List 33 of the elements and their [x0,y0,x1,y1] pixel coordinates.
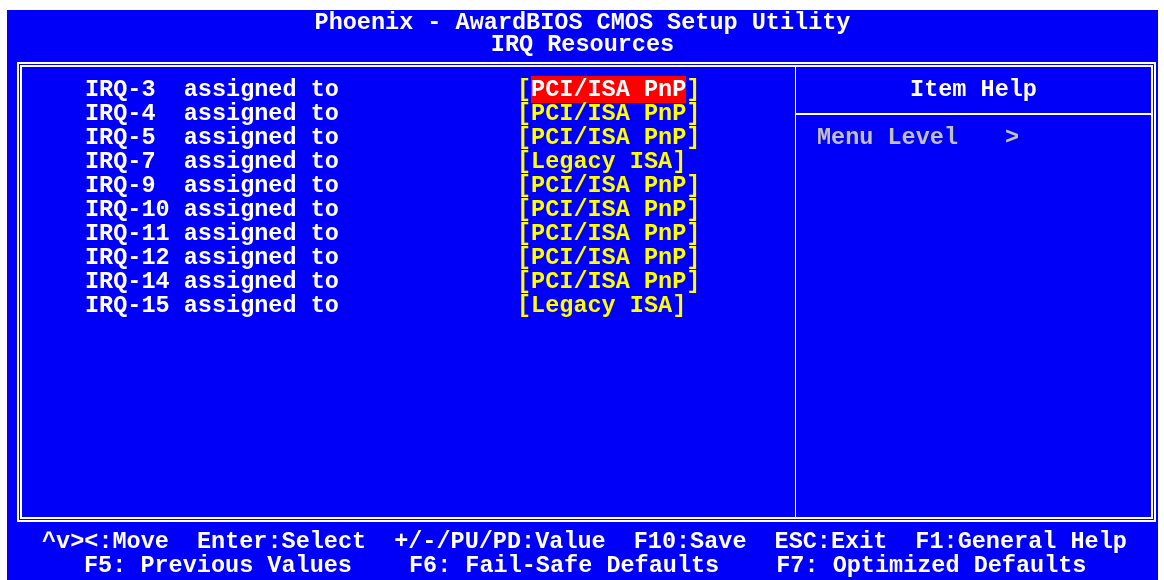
setting-value[interactable]: [PCI/ISA PnP] [517,174,701,198]
setting-label: IRQ-7 assigned to [85,150,339,174]
key-hint: ^v><:Move [42,530,169,554]
menu-level-label: Menu Level [817,126,959,150]
key-hint: F10:Save [633,530,747,554]
setting-value[interactable]: [Legacy ISA] [517,294,687,318]
help-title: Item Help [910,78,1037,102]
setting-value[interactable]: [Legacy ISA] [517,150,687,174]
setting-label: IRQ-5 assigned to [85,126,339,150]
setting-label: IRQ-4 assigned to [85,102,339,126]
setting-label: IRQ-11 assigned to [85,222,339,246]
key-hint: F1:General Help [915,530,1127,554]
setting-value[interactable]: [PCI/ISA PnP] [517,270,701,294]
setting-value[interactable]: [PCI/ISA PnP] [517,222,701,246]
screen-title: IRQ Resources [490,34,675,56]
setting-label: IRQ-15 assigned to [85,294,339,318]
key-hint: Enter:Select [196,530,367,554]
setting-label: IRQ-12 assigned to [85,246,339,270]
key-hint: ESC:Exit [774,530,888,554]
setting-value[interactable]: [PCI/ISA PnP] [517,126,701,150]
setting-value[interactable]: [PCI/ISA PnP] [517,102,701,126]
key-hint: F6: Fail-Safe Defaults [408,554,720,578]
setting-label: IRQ-3 assigned to [85,78,339,102]
setting-label: IRQ-9 assigned to [85,174,339,198]
menu-level-value: > [1005,126,1020,150]
key-hint: F7: Optimized Defaults [776,554,1087,578]
key-hint: +/-/PU/PD:Value [394,530,606,554]
setting-label: IRQ-10 assigned to [85,198,339,222]
setting-value[interactable]: [PCI/ISA PnP] [517,246,701,270]
setting-label: IRQ-14 assigned to [85,270,339,294]
screen-title: Phoenix - AwardBIOS CMOS Setup Utility [314,12,851,34]
setting-value[interactable]: [PCI/ISA PnP] [517,198,701,222]
key-hint: F5: Previous Values [84,554,352,578]
